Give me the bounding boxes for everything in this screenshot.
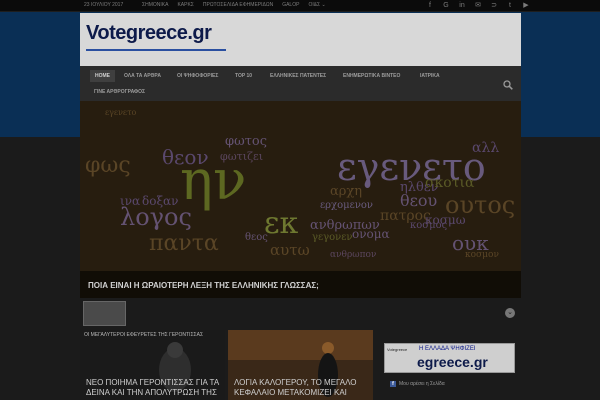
social-links: f G in ✉ ⊃ t ▶ (426, 1, 530, 10)
logo-underline (86, 49, 226, 51)
nav-home[interactable]: HOME (90, 70, 115, 82)
widget-title: Η ΕΛΛΑΔΑ ΨΗΦΙΖΕΙ (419, 346, 476, 352)
chevron-down-icon[interactable]: ⌄ (505, 308, 515, 318)
nav-votes[interactable]: ΟΙ ΨΗΦΟΦΟΡΙΕΣ (177, 70, 218, 82)
chevron-down-icon: ⌄ (321, 2, 326, 8)
search-icon[interactable] (503, 80, 513, 90)
widget-logo: egreece.gr (417, 354, 488, 370)
top-link[interactable]: ΠΡΩΤΟΣΕΛΙΔΑ ΕΦΗΜΕΡΙΔΩΝ (203, 2, 273, 8)
nav-greek-patents[interactable]: ΕΛΛΗΝΙΚΕΣ ΠΑΤΕΝΤΕΣ (270, 70, 326, 82)
site-logo[interactable]: Votegreece.gr (86, 22, 212, 45)
current-date: 23 ΙΟΥΛΙΟΥ 2017 (84, 2, 124, 8)
nav-info-videos[interactable]: ΕΝΗΜΕΡΩΤΙΚΑ ΒΙΝΤΕΟ (343, 70, 400, 82)
top-link-dropdown[interactable]: ΟΙ&Σ ⌄ (308, 2, 325, 8)
top-link[interactable]: ΣΗΜΟΝΙΚΑ (142, 2, 168, 8)
facebook-icon: f (390, 381, 396, 387)
sidebar-widget[interactable]: Votegreece Η ΕΛΛΑΔΑ ΨΗΦΙΖΕΙ egreece.gr (384, 343, 515, 373)
top-link[interactable]: ΚΑΡΚΣ (177, 2, 193, 8)
top-link[interactable]: GALOP (282, 2, 299, 8)
top-bar: 23 ΙΟΥΛΙΟΥ 2017 ΣΗΜΟΝΙΚΑ ΚΑΡΚΣ ΠΡΩΤΟΣΕΛΙ… (0, 0, 600, 12)
youtube-icon[interactable]: ▶ (522, 1, 530, 10)
nav-medical[interactable]: ΙΑΤΡΙΚΑ (420, 70, 440, 82)
hero-dim-overlay (80, 101, 521, 298)
nav-top10[interactable]: TOP 10 (235, 70, 252, 82)
hero-title[interactable]: ΠΟΙΑ ΕΙΝΑΙ Η ΩΡΑΙΟΤΕΡΗ ΛΕΞΗ ΤΗΣ ΕΛΛΗΝΙΚΗ… (88, 281, 319, 290)
slider-thumbnail[interactable] (83, 301, 126, 326)
facebook-like-box[interactable]: f Μου αρέσει η Σελίδα (390, 381, 445, 387)
twitter-icon[interactable]: t (506, 1, 514, 10)
card-category: ΟΙ ΜΕΓΑΛΥΤΕΡΟΙ ΕΦΕΥΡΕΤΕΣ ΤΗΣ ΓΕΡΟΝΤΙΣΣΑΣ (84, 332, 204, 338)
facebook-icon[interactable]: f (426, 1, 434, 10)
main-navigation: HOME ΟΛΑ ΤΑ ΑΡΘΡΑ ΟΙ ΨΗΦΟΦΟΡΙΕΣ TOP 10 Ε… (80, 66, 521, 101)
site-header: Votegreece.gr (80, 13, 521, 66)
fb-like-text: Μου αρέσει η Σελίδα (399, 381, 445, 387)
email-icon[interactable]: ✉ (474, 1, 482, 10)
top-links: ΣΗΜΟΝΙΚΑ ΚΑΡΚΣ ΠΡΩΤΟΣΕΛΙΔΑ ΕΦΗΜΕΡΙΔΩΝ GA… (142, 2, 326, 8)
card-title[interactable]: ΛΟΓΙΑ ΚΑΛΟΓΕΡΟΥ, ΤΟ ΜΕΓΑΛΟ ΚΕΦΑΛΑΙΟ ΜΕΤΑ… (234, 378, 370, 398)
article-card[interactable]: ΟΙ ΜΕΓΑΛΥΤΕΡΟΙ ΕΦΕΥΡΕΤΕΣ ΤΗΣ ΓΕΡΟΝΤΙΣΣΑΣ… (80, 330, 225, 400)
hero-slider[interactable]: εγενετο φωτος θεον ην εγενετο φως φωτιζε… (80, 101, 521, 298)
widget-source: Votegreece (387, 347, 408, 352)
hero-caption: ΠΟΙΑ ΕΙΝΑΙ Η ΩΡΑΙΟΤΕΡΗ ΛΕΞΗ ΤΗΣ ΕΛΛΗΝΙΚΗ… (80, 271, 521, 298)
nav-all-articles[interactable]: ΟΛΑ ΤΑ ΑΡΘΡΑ (124, 70, 161, 82)
rss-icon[interactable]: ⊃ (490, 1, 498, 10)
article-card[interactable]: ΛΟΓΙΑ ΚΑΛΟΓΕΡΟΥ, ΤΟ ΜΕΓΑΛΟ ΚΕΦΑΛΑΙΟ ΜΕΤΑ… (228, 330, 373, 400)
linkedin-icon[interactable]: in (458, 1, 466, 10)
nav-become-writer[interactable]: ΓΙΝΕ ΑΡΘΡΟΓΡΑΦΟΣ (94, 86, 145, 98)
google-plus-icon[interactable]: G (442, 1, 450, 10)
card-title[interactable]: ΝΕΟ ΠΟΙΗΜΑ ΓΕΡΟΝΤΙΣΣΑΣ ΓΙΑ ΤΑ ΔΕΙΝΑ ΚΑΙ … (86, 378, 222, 398)
